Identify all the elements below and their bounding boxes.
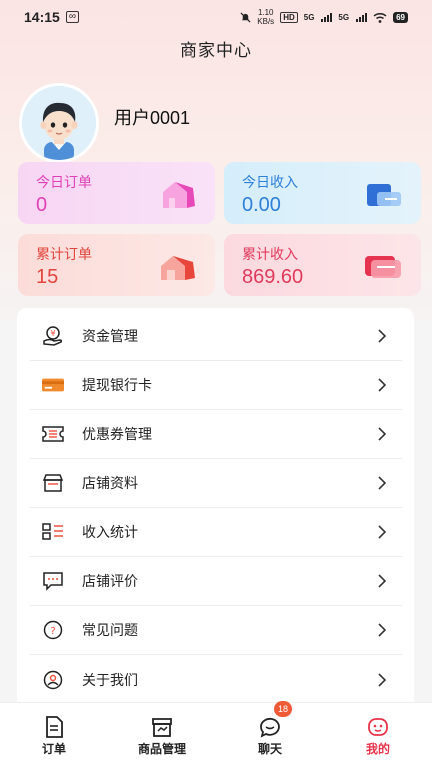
- status-time: 14:15: [24, 9, 60, 25]
- menu-item-about[interactable]: 关于我们: [30, 655, 402, 704]
- comment-icon: [42, 570, 64, 592]
- tab-orders[interactable]: 订单: [0, 703, 108, 768]
- store-3d-icon: [161, 256, 195, 280]
- wallet-card-icon: [367, 184, 401, 206]
- tab-chat[interactable]: 18 聊天: [216, 701, 324, 768]
- stats-list-icon: [42, 521, 64, 543]
- signal-bars-icon: [321, 12, 333, 22]
- menu-list: ¥ 资金管理 提现银行卡 优惠券管理 店铺资料 收入统计 店铺评价 ? 常见问题…: [17, 308, 414, 708]
- total-income-card[interactable]: 累计收入 869.60: [224, 234, 421, 296]
- avatar[interactable]: [19, 83, 99, 163]
- menu-item-income-stats[interactable]: 收入统计: [30, 508, 402, 557]
- chevron-right-icon: [378, 476, 387, 490]
- bank-card-icon: [42, 374, 64, 396]
- hd-badge: HD: [280, 11, 298, 23]
- tab-label: 商品管理: [137, 742, 186, 756]
- chevron-right-icon: [378, 525, 387, 539]
- battery-icon: 69: [393, 11, 408, 23]
- status-indicators: 1.10 KB/s HD 5G 5G 69: [240, 8, 408, 26]
- money-hand-icon: ¥: [42, 325, 64, 347]
- tab-label: 聊天: [257, 742, 282, 756]
- today-income-card[interactable]: 今日收入 0.00: [224, 162, 421, 224]
- wifi-icon: [373, 12, 387, 23]
- avatar-boy-icon: [22, 86, 96, 160]
- chevron-right-icon: [378, 672, 387, 687]
- bottom-tab-bar: 订单 商品管理 18 聊天 我的: [0, 701, 432, 768]
- tab-goods-management[interactable]: 商品管理: [108, 703, 216, 768]
- menu-label: 资金管理: [82, 328, 138, 344]
- menu-item-faq[interactable]: ? 常见问题: [30, 606, 402, 655]
- order-doc-icon: [46, 716, 63, 738]
- menu-item-fund-management[interactable]: ¥ 资金管理: [30, 312, 402, 361]
- mute-bell-icon: [240, 11, 251, 23]
- total-orders-card[interactable]: 累计订单 15: [18, 234, 215, 296]
- network-type-2: 5G: [338, 12, 350, 22]
- menu-item-bank-card[interactable]: 提现银行卡: [30, 361, 402, 410]
- goods-icon: [152, 718, 172, 737]
- svg-text:¥: ¥: [50, 329, 55, 338]
- menu-label: 店铺资料: [82, 475, 138, 491]
- today-orders-card[interactable]: 今日订单 0: [18, 162, 215, 224]
- tab-label: 我的: [365, 742, 390, 756]
- speed-value: 1.10: [257, 8, 274, 17]
- menu-item-store-info[interactable]: 店铺资料: [30, 459, 402, 508]
- chevron-right-icon: [378, 623, 387, 637]
- menu-item-coupon[interactable]: 优惠券管理: [30, 410, 402, 459]
- menu-label: 提现银行卡: [82, 377, 152, 393]
- menu-label: 关于我们: [82, 671, 138, 688]
- chevron-right-icon: [378, 574, 387, 588]
- svg-text:?: ?: [50, 626, 55, 637]
- chat-icon: [260, 717, 280, 738]
- menu-item-store-review[interactable]: 店铺评价: [30, 557, 402, 606]
- network-type-1: 5G: [303, 12, 315, 22]
- house-3d-icon: [163, 182, 195, 208]
- credit-card-icon: [365, 256, 401, 278]
- status-sim-icon: ∞: [65, 11, 79, 23]
- tab-mine[interactable]: 我的: [324, 703, 432, 768]
- menu-label: 优惠券管理: [82, 426, 152, 442]
- about-icon: [42, 669, 64, 691]
- coupon-icon: [42, 423, 64, 445]
- username[interactable]: 用户0001: [114, 104, 190, 130]
- chevron-right-icon: [378, 378, 387, 392]
- signal-bars-icon: [356, 12, 368, 22]
- menu-label: 常见问题: [82, 622, 138, 638]
- menu-label: 店铺评价: [82, 573, 138, 589]
- menu-label: 收入统计: [82, 524, 138, 540]
- page-title: 商家中心: [180, 41, 252, 60]
- network-speed: 1.10 KB/s: [257, 8, 274, 26]
- chat-unread-badge: 18: [274, 701, 292, 717]
- me-face-icon: [368, 718, 388, 736]
- chevron-right-icon: [378, 329, 387, 343]
- store-icon: [42, 472, 64, 494]
- chevron-right-icon: [378, 427, 387, 441]
- tab-label: 订单: [41, 742, 66, 756]
- question-icon: ?: [42, 619, 64, 641]
- speed-unit: KB/s: [257, 17, 275, 26]
- status-bar: 14:15 ∞ 1.10 KB/s HD 5G 5G 69: [0, 0, 432, 34]
